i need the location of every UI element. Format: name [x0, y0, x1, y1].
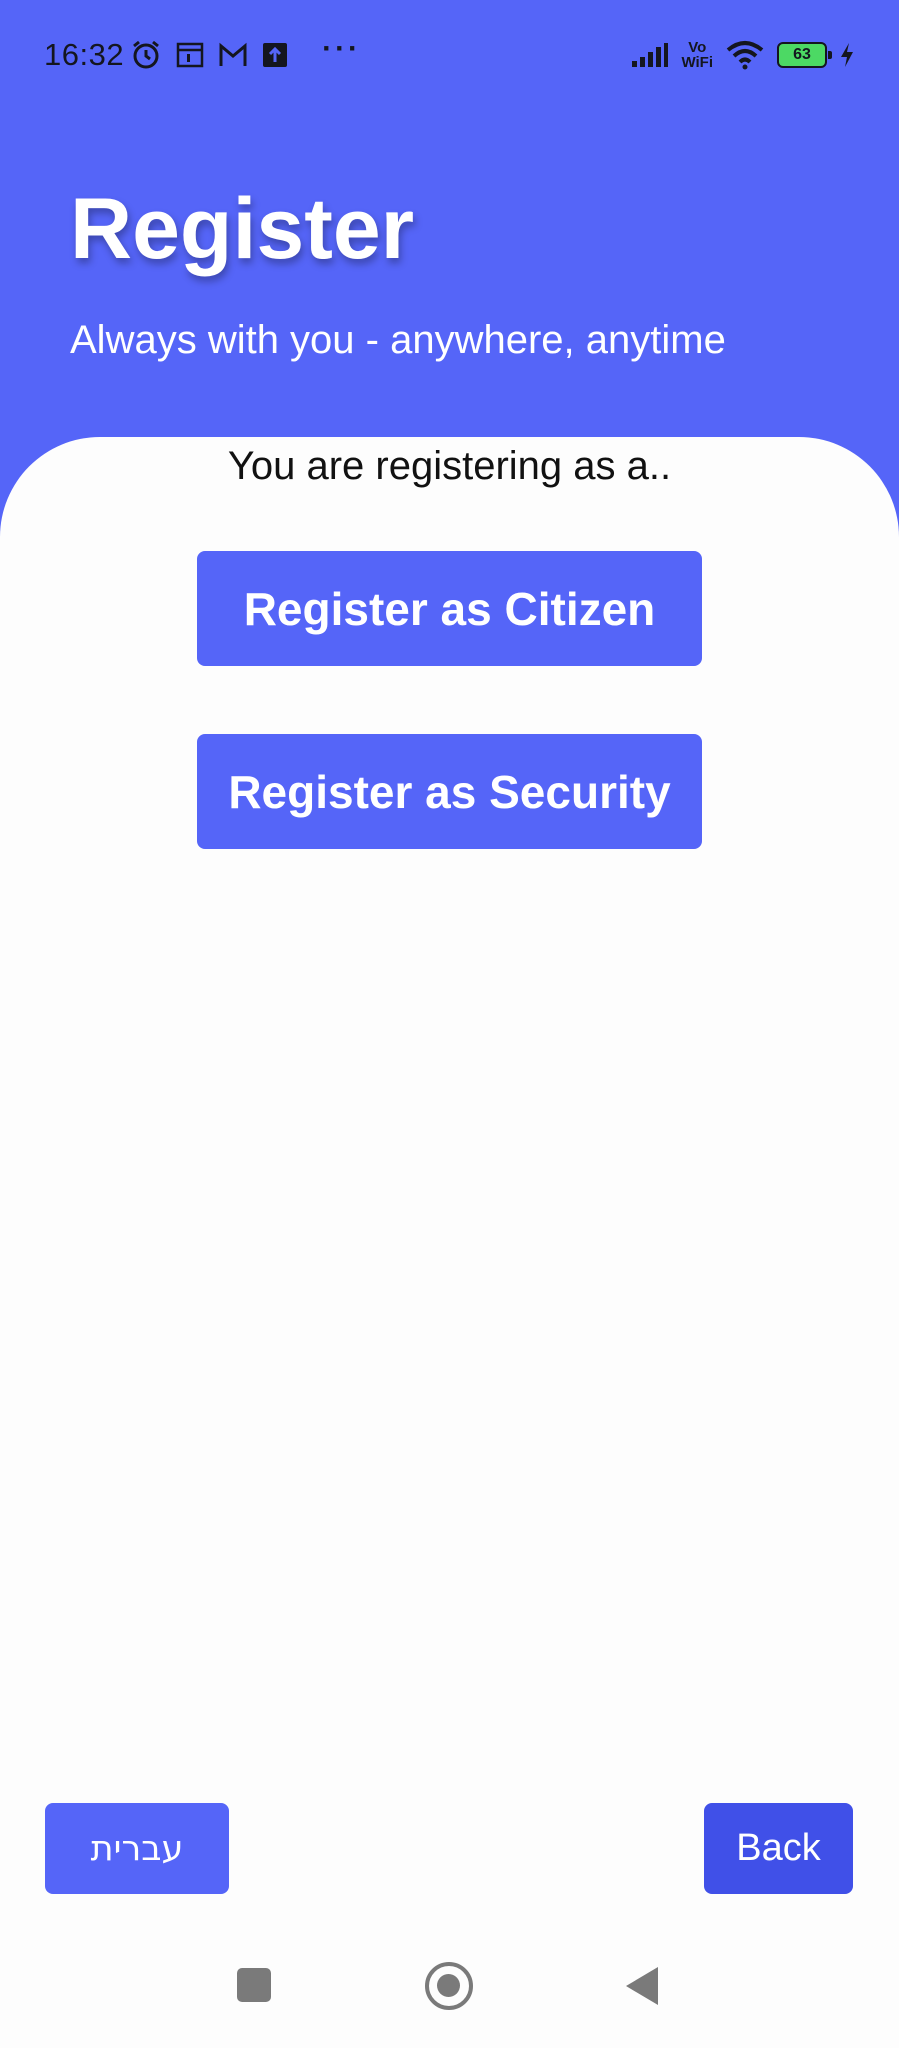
status-bar: 16:32 ··· Vo WiFi 63: [0, 0, 899, 110]
system-status-icons: Vo WiFi 63: [631, 40, 855, 70]
charging-icon: [839, 42, 855, 68]
wifi-icon: [725, 40, 765, 70]
battery-icon: 63: [777, 42, 832, 68]
vowifi-icon: Vo WiFi: [681, 39, 713, 71]
calendar-icon: [176, 41, 204, 69]
more-notifications-icon: ···: [322, 32, 362, 65]
page-title: Register: [70, 181, 415, 277]
recents-icon[interactable]: [237, 1968, 271, 2002]
back-icon[interactable]: [626, 1967, 658, 2005]
system-nav-bar: [0, 1935, 899, 2048]
register-security-button[interactable]: Register as Security: [197, 734, 702, 849]
register-citizen-button[interactable]: Register as Citizen: [197, 551, 702, 666]
gmail-icon: [218, 42, 248, 68]
home-icon[interactable]: [425, 1962, 473, 2010]
status-time: 16:32: [44, 37, 125, 72]
page-subtitle: Always with you - anywhere, anytime: [70, 318, 726, 362]
language-toggle-button[interactable]: עברית: [45, 1803, 229, 1894]
role-prompt: You are registering as a..: [227, 444, 672, 488]
upload-icon: [262, 42, 288, 68]
notification-icons: ···: [130, 32, 361, 71]
signal-icon: [631, 42, 669, 68]
back-button[interactable]: Back: [704, 1803, 853, 1894]
register-screen: 16:32 ··· Vo WiFi 63 Register Always wit…: [0, 0, 899, 2048]
alarm-icon: [130, 39, 162, 71]
